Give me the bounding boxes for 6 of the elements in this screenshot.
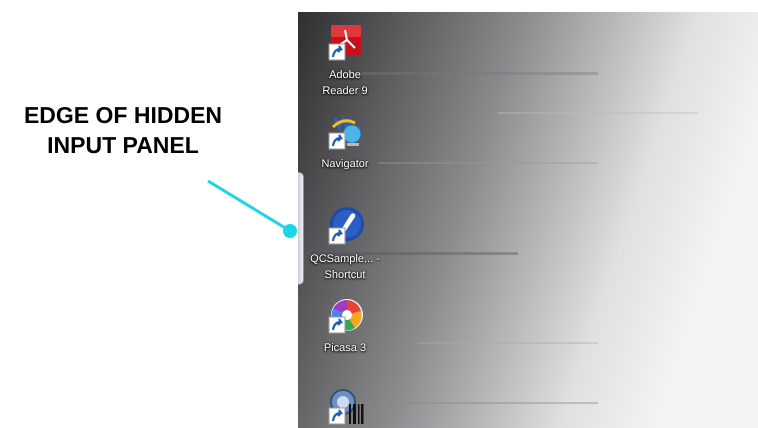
icon-label[interactable]: Navigator — [310, 156, 380, 172]
input-panel-edge[interactable] — [298, 172, 304, 285]
icon-label[interactable]: Adobe Reader 9 — [310, 67, 380, 99]
icon-label[interactable]: Picasa 3 — [310, 340, 380, 356]
icon-label[interactable]: QCSample... - Shortcut — [310, 251, 380, 283]
callout-label: EDGE OF HIDDEN INPUT PANEL — [22, 101, 224, 160]
